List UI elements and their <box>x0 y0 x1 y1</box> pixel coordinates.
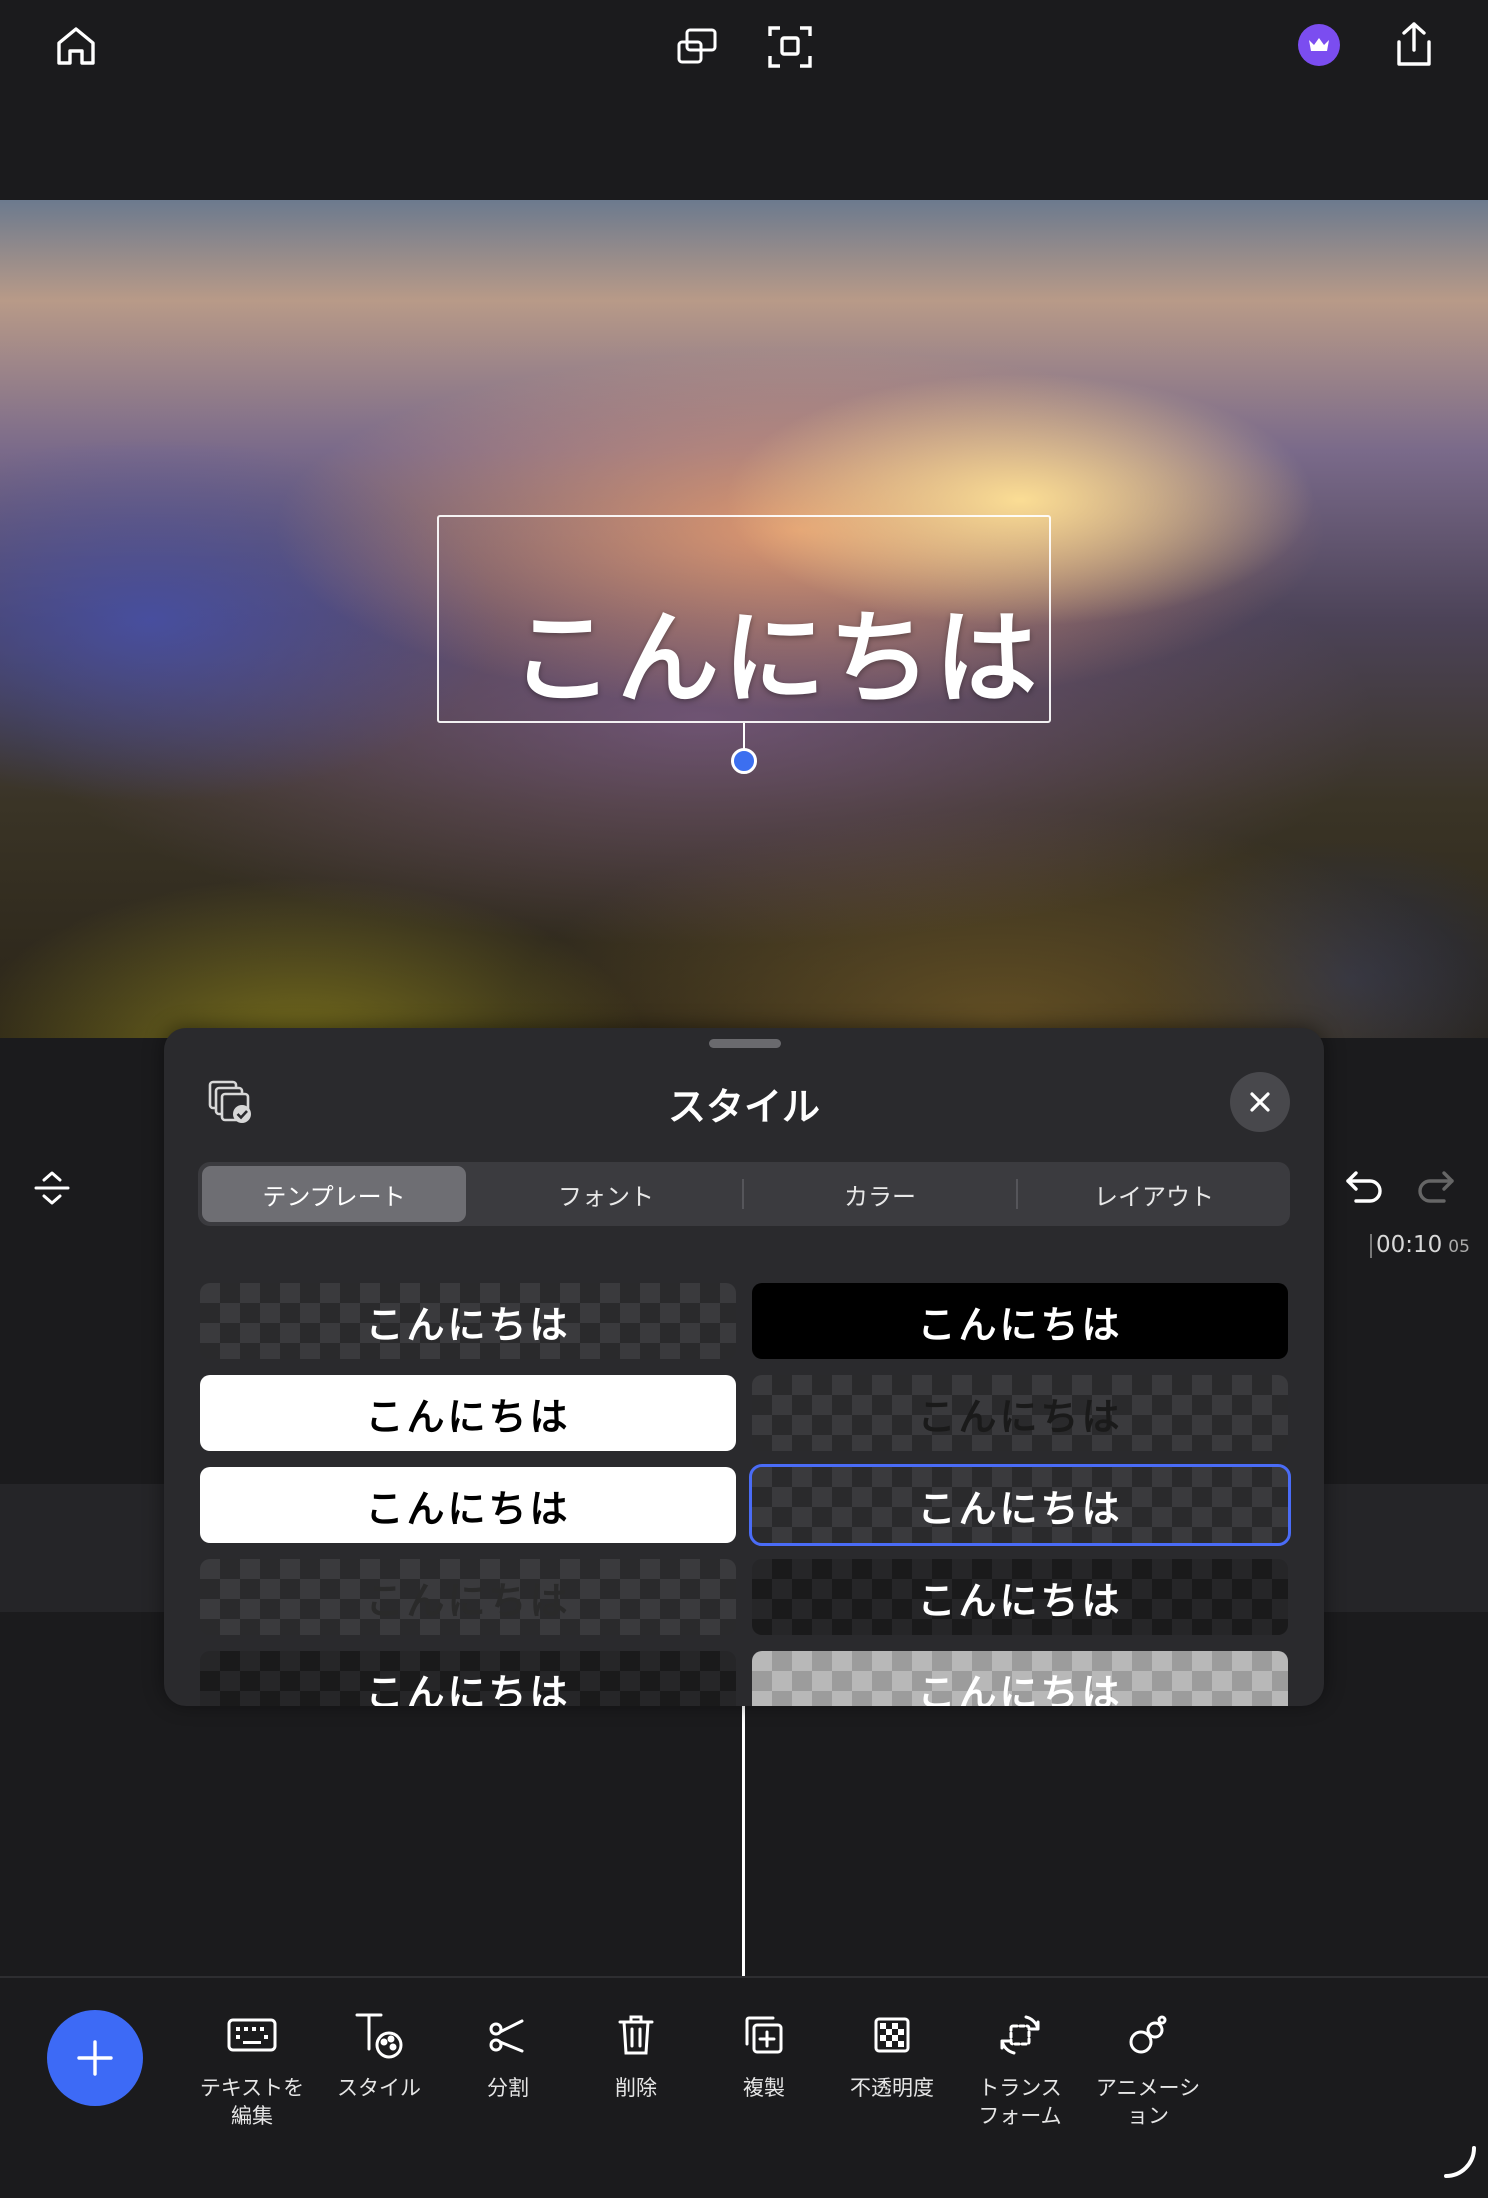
style-tool[interactable]: スタイル <box>316 2008 442 2102</box>
style-panel: スタイル テンプレート フォント カラー レイアウト こんにちは こんにちは こ… <box>164 1028 1324 1706</box>
tool-label: 複製 <box>743 2076 785 2100</box>
template-item[interactable]: こんにちは <box>752 1651 1288 1706</box>
share-icon[interactable] <box>1384 14 1444 76</box>
tab-color[interactable]: カラー <box>748 1166 1012 1222</box>
template-item[interactable]: こんにちは <box>200 1559 736 1635</box>
template-text: こんにちは <box>917 1302 1123 1347</box>
bottom-toolbar: テキストを 編集 スタイル 分割 削除 複製 不透明度 トランス フォーム アニ… <box>0 1976 1488 2198</box>
template-text: こんにちは <box>917 1486 1123 1531</box>
opacity-icon <box>873 2008 911 2062</box>
tab-layout[interactable]: レイアウト <box>1022 1166 1286 1222</box>
duplicate-icon <box>743 2008 785 2062</box>
top-bar <box>0 0 1488 200</box>
overlay-text: こんにちは <box>511 600 1041 719</box>
premium-crown-icon[interactable] <box>1298 24 1340 66</box>
template-item[interactable]: こんにちは <box>200 1283 736 1359</box>
tab-font[interactable]: フォント <box>474 1166 738 1222</box>
opacity-tool[interactable]: 不透明度 <box>829 2008 955 2102</box>
template-item-selected[interactable]: こんにちは <box>749 1464 1291 1546</box>
close-icon <box>1250 1092 1270 1112</box>
resize-corner-icon[interactable] <box>1440 2142 1480 2182</box>
tool-label: トランス フォーム <box>978 2076 1062 2128</box>
rotate-handle[interactable] <box>731 748 757 774</box>
redo-icon[interactable] <box>1410 1162 1460 1212</box>
template-item[interactable]: こんにちは <box>200 1651 736 1706</box>
video-preview[interactable]: こんにちは <box>0 200 1488 1038</box>
template-item[interactable]: こんにちは <box>752 1559 1288 1635</box>
template-text: こんにちは <box>917 1670 1123 1707</box>
tool-label: 削除 <box>615 2076 657 2100</box>
keyboard-icon <box>226 2008 278 2062</box>
tab-divider <box>1016 1179 1018 1209</box>
edit-text-tool[interactable]: テキストを 編集 <box>189 2008 315 2130</box>
collapse-expand-icon[interactable] <box>28 1164 76 1212</box>
template-item[interactable]: こんにちは <box>752 1283 1288 1359</box>
tool-label: スタイル <box>337 2076 421 2100</box>
template-text: こんにちは <box>917 1578 1123 1623</box>
tool-label: テキストを 編集 <box>199 2076 305 2128</box>
style-tabs: テンプレート フォント カラー レイアウト <box>198 1162 1290 1226</box>
fullscreen-icon[interactable] <box>760 16 820 76</box>
animation-tool[interactable]: アニメーシ ョン <box>1085 2008 1211 2130</box>
template-text: こんにちは <box>365 1486 571 1531</box>
text-overlay-box[interactable]: こんにちは <box>437 515 1051 723</box>
template-item[interactable]: こんにちは <box>200 1467 736 1543</box>
home-icon[interactable] <box>46 16 106 76</box>
scissors-icon <box>486 2008 530 2062</box>
transform-icon <box>996 2008 1044 2062</box>
close-button[interactable] <box>1230 1072 1290 1132</box>
template-item[interactable]: こんにちは <box>200 1375 736 1451</box>
template-text: こんにちは <box>365 1394 571 1439</box>
duplicate-tool[interactable]: 複製 <box>701 2008 827 2102</box>
tab-template[interactable]: テンプレート <box>202 1166 466 1222</box>
template-text: こんにちは <box>365 1302 571 1347</box>
app-root: こんにちは 00:10 05 スタイル テンプレート フォント カラー レイアウ… <box>0 0 1488 2198</box>
panel-grabber[interactable] <box>709 1039 781 1048</box>
delete-tool[interactable]: 削除 <box>573 2008 699 2102</box>
template-text: こんにちは <box>365 1578 571 1623</box>
plus-icon <box>77 2040 113 2076</box>
playhead[interactable] <box>742 1700 745 2012</box>
cast-icon[interactable] <box>667 18 727 74</box>
add-button[interactable] <box>47 2010 143 2106</box>
timecode: 00:10 05 <box>1376 1232 1470 1258</box>
panel-title: スタイル <box>667 1085 820 1129</box>
template-text: こんにちは <box>365 1670 571 1707</box>
tool-label: アニメーシ ョン <box>1095 2076 1201 2128</box>
time-ruler-tick <box>1370 1234 1372 1258</box>
timecode-frames: 05 <box>1448 1237 1470 1257</box>
trash-icon <box>616 2008 656 2062</box>
transform-tool[interactable]: トランス フォーム <box>957 2008 1083 2130</box>
tool-label: 不透明度 <box>850 2076 934 2100</box>
animation-icon <box>1126 2008 1170 2062</box>
split-tool[interactable]: 分割 <box>445 2008 571 2102</box>
text-style-icon <box>353 2008 405 2062</box>
undo-icon[interactable] <box>1340 1162 1390 1212</box>
template-item[interactable]: こんにちは <box>752 1375 1288 1451</box>
tab-divider <box>742 1179 744 1209</box>
tool-label: 分割 <box>487 2076 529 2100</box>
timecode-main: 00:10 <box>1376 1232 1443 1258</box>
template-text: こんにちは <box>917 1394 1123 1439</box>
